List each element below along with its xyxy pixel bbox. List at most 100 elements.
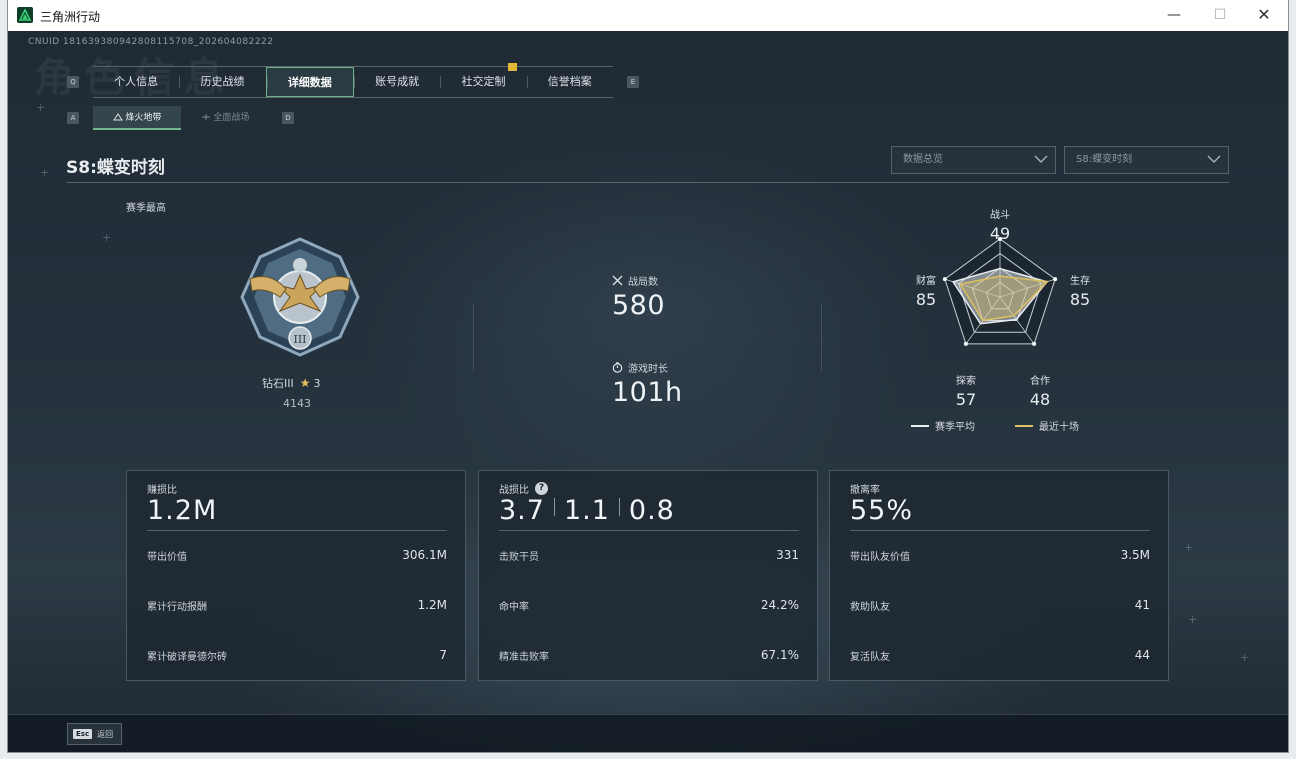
radar-vertex-point <box>963 341 968 346</box>
card-row: 精准击败率 67.1% <box>499 648 799 663</box>
extraction-label: 撤离率 <box>850 485 880 496</box>
card-row: 复活队友 44 <box>850 648 1150 663</box>
help-icon[interactable]: ? <box>535 482 548 495</box>
game-content: 角色信息 CNUID 181639380942808115708_2026040… <box>8 31 1288 752</box>
tab-social[interactable]: 社交定制 <box>440 63 526 97</box>
ratio-separator <box>553 498 555 516</box>
subtab-operations[interactable]: 烽火地带 <box>93 106 181 130</box>
stats-divider-right <box>821 303 822 371</box>
radar-axis-label: 财富 <box>916 274 936 287</box>
extraction-card: 撤离率 55% 带出队友价值 3.5M 救助队友 41 复活队友 44 <box>829 470 1169 681</box>
legend-swatch-recent <box>1015 424 1033 427</box>
playtime-value: 101h <box>612 377 683 408</box>
tab-history[interactable]: 历史战绩 <box>179 67 265 97</box>
radar-vertex-point <box>1032 341 1037 346</box>
season-dropdown[interactable]: S8:蝶变时刻 <box>1064 146 1229 174</box>
section-divider <box>66 182 1229 183</box>
radar-axis-value: 49 <box>990 224 1010 243</box>
matches-stat: 战局数 580 <box>612 275 666 321</box>
radar-axis-value: 85 <box>1070 290 1090 309</box>
radar-axis-value: 85 <box>916 290 936 309</box>
matches-value: 580 <box>612 290 666 321</box>
radar-axis-label: 探索 <box>956 374 976 387</box>
operations-icon <box>112 113 123 121</box>
main-tabs: 个人信息 历史战绩 详细数据 账号成就 社交定制 信誉档案 <box>93 63 613 98</box>
card-row: 累计行动报酬 1.2M <box>147 598 447 613</box>
extraction-value: 55% <box>850 495 914 526</box>
tab-detailed-data[interactable]: 详细数据 <box>265 67 354 97</box>
tab-personal-info[interactable]: 个人信息 <box>93 67 179 97</box>
warfare-icon <box>201 114 210 120</box>
rank-badge-icon: III <box>240 237 360 357</box>
season-high-label: 赛季最高 <box>126 203 166 214</box>
notification-badge <box>508 63 518 71</box>
radar-axis-label: 合作 <box>1030 374 1050 387</box>
card-row: 击败干员 331 <box>499 548 799 563</box>
window-titlebar: 三角洲行动 — ☐ ✕ <box>8 0 1288 31</box>
minimize-button[interactable]: — <box>1154 4 1194 26</box>
rank-name: 钻石III <box>262 377 294 390</box>
radar-vertex-point <box>1053 277 1058 282</box>
star-icon: ★ <box>299 376 311 390</box>
card-divider <box>499 530 799 531</box>
legend-swatch-avg <box>911 424 929 427</box>
key-hint-d: D <box>282 112 294 124</box>
card-row: 带出队友价值 3.5M <box>850 548 1150 563</box>
profit-value: 1.2M <box>147 495 218 526</box>
bottom-bar: Esc 返回 <box>8 714 1288 752</box>
decor-plus-icon: + <box>1184 541 1194 554</box>
radar-vertex-point <box>942 277 947 282</box>
card-divider <box>147 530 447 531</box>
cnuid-text: CNUID 181639380942808115708_202604082222 <box>28 37 274 47</box>
chevron-down-icon <box>1034 155 1048 163</box>
key-hint-e: E <box>627 76 639 88</box>
key-hint-q: Q <box>67 76 79 88</box>
card-row: 救助队友 41 <box>850 598 1150 613</box>
card-row: 命中率 24.2% <box>499 598 799 613</box>
radar-axis-label: 生存 <box>1070 274 1090 287</box>
card-row: 累计破译曼德尔砖 7 <box>147 648 447 663</box>
rank-row: 钻石III ★ 3 <box>262 375 321 391</box>
combat-ratios: 3.7 1.1 0.8 <box>499 495 675 526</box>
window-title: 三角洲行动 <box>40 10 101 24</box>
decor-plus-icon: + <box>36 101 46 114</box>
mode-subtabs: 烽火地带 全面战场 <box>93 106 269 130</box>
game-window: 三角洲行动 — ☐ ✕ 角色信息 CNUID 18163938094280811… <box>8 0 1288 752</box>
tab-achievements[interactable]: 账号成就 <box>353 67 440 97</box>
data-overview-dropdown[interactable]: 数据总览 <box>891 146 1056 174</box>
back-button[interactable]: Esc 返回 <box>67 723 122 745</box>
combat-card: 战损比? 3.7 1.1 0.8 击败干员 331 命中率 24.2% 精准击败率 67.… <box>478 470 818 681</box>
decor-plus-icon: + <box>1188 613 1198 626</box>
card-divider <box>850 530 1150 531</box>
key-hint-a: A <box>67 112 79 124</box>
legend-recent-ten: 最近十场 <box>1015 418 1079 433</box>
legend-season-avg: 赛季平均 <box>911 418 975 433</box>
esc-key-hint: Esc <box>73 729 93 739</box>
maximize-button[interactable]: ☐ <box>1200 4 1240 26</box>
radar-axis-value: 57 <box>956 390 976 406</box>
decor-plus-icon: + <box>1240 651 1250 664</box>
rank-stars: 3 <box>313 377 321 390</box>
profit-card: 赚损比 1.2M 带出价值 306.1M 累计行动报酬 1.2M 累计破译曼德尔砖 7 <box>126 470 466 681</box>
radar-axis-label: 战斗 <box>990 209 1010 221</box>
subtab-warfare[interactable]: 全面战场 <box>181 106 269 130</box>
season-title: S8:蝶变时刻 <box>66 158 165 178</box>
combat-label-row: 战损比? <box>499 481 548 496</box>
rank-numeral: III <box>293 333 306 346</box>
crossed-swords-icon <box>612 275 623 286</box>
stopwatch-icon <box>612 362 623 373</box>
app-logo-icon <box>17 7 33 23</box>
radar-axis-value: 48 <box>1030 390 1050 406</box>
stats-divider-left <box>473 303 474 371</box>
rank-score: 4143 <box>283 397 311 410</box>
card-row: 带出价值 306.1M <box>147 548 447 563</box>
decor-plus-icon: + <box>102 231 112 244</box>
decor-plus-icon: + <box>40 166 50 179</box>
profit-label: 赚损比 <box>147 485 177 496</box>
tab-reputation[interactable]: 信誉档案 <box>526 67 613 97</box>
chevron-down-icon <box>1207 155 1221 163</box>
ability-radar-chart: 战斗 49 生存 85 合作 48 探索 57 财富 85 <box>916 209 1090 406</box>
close-button[interactable]: ✕ <box>1244 4 1284 26</box>
ratio-separator <box>618 498 620 516</box>
playtime-stat: 游戏时长 101h <box>612 362 683 408</box>
